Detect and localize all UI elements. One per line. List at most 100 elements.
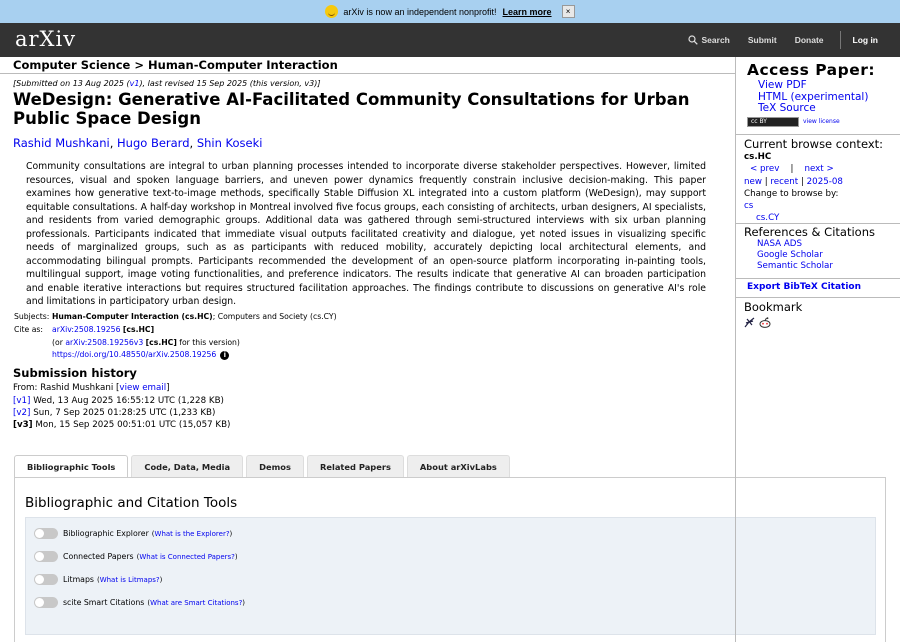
close-banner-button[interactable]: × bbox=[561, 5, 575, 18]
toggle-row: scite Smart Citations (What are Smart Ci… bbox=[34, 597, 245, 608]
paper-title: WeDesign: Generative AI-Facilitated Comm… bbox=[13, 90, 690, 128]
tab-bibliographic-tools[interactable]: Bibliographic Tools bbox=[14, 455, 129, 478]
bookmark-section: Bookmark bbox=[736, 298, 900, 331]
semantic-scholar-link[interactable]: Semantic Scholar bbox=[757, 261, 833, 271]
subjects-row: Subjects: Human-Computer Interaction (cs… bbox=[14, 311, 337, 324]
author-link[interactable]: Shin Koseki bbox=[197, 136, 263, 150]
access-paper-section: Access Paper: View PDF HTML (experimenta… bbox=[736, 57, 900, 135]
browse-cscy-link[interactable]: cs.CY bbox=[756, 213, 779, 223]
history-version: [v3] Mon, 15 Sep 2025 00:51:01 UTC (15,0… bbox=[13, 419, 230, 431]
version-link-v2[interactable]: [v2] bbox=[13, 408, 30, 418]
info-icon[interactable]: i bbox=[220, 351, 230, 361]
submission-dates: [Submitted on 13 Aug 2025 (v1), last rev… bbox=[13, 79, 320, 88]
version-date: Sun, 7 Sep 2025 01:28:25 UTC (1,233 KB) bbox=[30, 407, 216, 418]
toggle-switch[interactable] bbox=[34, 528, 58, 539]
search-icon bbox=[687, 35, 698, 45]
view-email-link[interactable]: view email bbox=[119, 383, 166, 393]
version-date: Wed, 13 Aug 2025 16:55:12 UTC (1,228 KB) bbox=[30, 395, 224, 406]
toggle-row: Bibliographic Explorer (What is the Expl… bbox=[34, 528, 232, 539]
toggle-switch[interactable] bbox=[34, 597, 58, 608]
history-from: From: Rashid Mushkani [view email] bbox=[13, 382, 230, 394]
month-link[interactable]: 2025-08 bbox=[807, 177, 843, 187]
submit-link[interactable]: Submit bbox=[748, 35, 777, 45]
sidebar: Access Paper: View PDF HTML (experimenta… bbox=[735, 57, 900, 642]
toggle-help-link[interactable]: What are Smart Citations? bbox=[150, 599, 242, 607]
nav-divider bbox=[839, 31, 841, 49]
submitted-prefix: [Submitted on 13 Aug 2025 ( bbox=[13, 79, 130, 88]
doi-link[interactable]: https://doi.org/10.48550/arXiv.2508.1925… bbox=[52, 350, 216, 359]
login-link[interactable]: Log in bbox=[853, 35, 879, 45]
toggle-label: Bibliographic Explorer bbox=[63, 529, 149, 538]
v1-link[interactable]: v1 bbox=[130, 79, 140, 88]
submission-history: Submission history From: Rashid Mushkani… bbox=[13, 367, 230, 431]
cite-or-suffix: for this version) bbox=[176, 337, 240, 347]
reddit-icon[interactable] bbox=[759, 317, 771, 331]
references-section: References & Citations NASA ADS Google S… bbox=[736, 224, 900, 279]
primary-subject: Human-Computer Interaction (cs.HC) bbox=[52, 312, 213, 321]
labs-tabs: Bibliographic Tools Code, Data, Media De… bbox=[14, 455, 513, 478]
tex-source-link[interactable]: TeX Source bbox=[758, 102, 816, 114]
browse-cs-link[interactable]: cs bbox=[744, 201, 753, 211]
nav-separator: | bbox=[790, 164, 794, 175]
arxiv-logo[interactable]: arXiv bbox=[15, 27, 76, 51]
cite-or-prefix: (or bbox=[52, 337, 66, 347]
learn-more-link[interactable]: Learn more bbox=[503, 7, 552, 17]
donate-link[interactable]: Donate bbox=[795, 35, 824, 45]
toggle-help-link[interactable]: What is the Explorer? bbox=[155, 530, 230, 538]
view-pdf-link[interactable]: View PDF bbox=[758, 79, 807, 91]
cite-version-category: [cs.HC] bbox=[145, 337, 177, 347]
search-button[interactable]: Search bbox=[687, 35, 730, 45]
toggle-row: Connected Papers (What is Connected Pape… bbox=[34, 551, 238, 562]
bibsonomy-icon[interactable] bbox=[744, 317, 755, 331]
tab-demos[interactable]: Demos bbox=[246, 455, 304, 477]
header-nav: Search Submit Donate Log in bbox=[670, 23, 878, 57]
bookmark-heading: Bookmark bbox=[744, 300, 803, 314]
change-browse-label: Change to browse by: bbox=[744, 188, 839, 199]
next-link[interactable]: next > bbox=[804, 164, 833, 174]
arxiv-version-link[interactable]: arXiv:2508.19256v3 bbox=[65, 338, 143, 347]
tab-code-data-media[interactable]: Code, Data, Media bbox=[131, 455, 244, 477]
browse-heading: Current browse context: bbox=[744, 137, 884, 151]
author-link[interactable]: Hugo Berard bbox=[117, 136, 190, 150]
cite-label: Cite as: bbox=[14, 324, 43, 334]
panel-heading: Bibliographic and Citation Tools bbox=[25, 495, 238, 511]
version-link-v1[interactable]: [v1] bbox=[13, 396, 30, 406]
toggle-help-link[interactable]: What is Connected Papers? bbox=[139, 553, 235, 561]
tab-related-papers[interactable]: Related Papers bbox=[306, 455, 404, 477]
subjects-label: Subjects: bbox=[14, 312, 50, 321]
nasa-ads-link[interactable]: NASA ADS bbox=[757, 239, 802, 249]
export-section: Export BibTeX Citation bbox=[736, 279, 900, 298]
metadata-table: Subjects: Human-Computer Interaction (cs… bbox=[14, 311, 337, 362]
view-license-link[interactable]: view license bbox=[803, 118, 840, 125]
doi-row: https://doi.org/10.48550/arXiv.2508.1925… bbox=[14, 349, 337, 362]
author-link[interactable]: Rashid Mushkani bbox=[13, 136, 110, 150]
access-heading: Access Paper: bbox=[747, 61, 876, 79]
toggle-switch[interactable] bbox=[34, 551, 58, 562]
export-bibtex-link[interactable]: Export BibTeX Citation bbox=[747, 282, 861, 292]
cc-by-license-icon[interactable]: cc BY bbox=[747, 116, 799, 127]
google-scholar-link[interactable]: Google Scholar bbox=[757, 250, 823, 260]
toggle-row: Litmaps (What is Litmaps?) bbox=[34, 574, 162, 585]
recent-link[interactable]: recent bbox=[770, 177, 798, 187]
search-label: Search bbox=[701, 35, 730, 45]
tab-about-arxivlabs[interactable]: About arXivLabs bbox=[406, 455, 510, 477]
cite-row: Cite as: arXiv:2508.19256 [cs.HC] bbox=[14, 324, 337, 337]
new-link[interactable]: new bbox=[744, 177, 762, 187]
breadcrumb[interactable]: Computer Science > Human-Computer Intera… bbox=[13, 58, 338, 72]
author-list: Rashid Mushkani, Hugo Berard, Shin Kosek… bbox=[13, 136, 263, 150]
prev-link[interactable]: < prev bbox=[750, 164, 779, 174]
smiley-icon bbox=[325, 5, 339, 18]
toggle-label: scite Smart Citations bbox=[63, 598, 145, 607]
arxiv-id-link[interactable]: arXiv:2508.19256 bbox=[52, 325, 120, 334]
banner-text: arXiv is now an independent nonprofit! bbox=[343, 6, 497, 17]
abstract: Community consultations are integral to … bbox=[26, 161, 706, 307]
other-subjects: ; Computers and Society (cs.CY) bbox=[212, 312, 337, 321]
refs-heading: References & Citations bbox=[744, 225, 875, 239]
toggle-switch[interactable] bbox=[34, 574, 58, 585]
toggle-help-link[interactable]: What is Litmaps? bbox=[100, 576, 160, 584]
site-header: arXiv Search Submit Donate Log in bbox=[0, 23, 900, 57]
announcement-banner: arXiv is now an independent nonprofit! L… bbox=[0, 0, 900, 23]
html-link[interactable]: HTML (experimental) bbox=[758, 91, 868, 103]
browse-context: cs.HC bbox=[744, 152, 772, 162]
cite-category: [cs.HC] bbox=[122, 324, 155, 334]
